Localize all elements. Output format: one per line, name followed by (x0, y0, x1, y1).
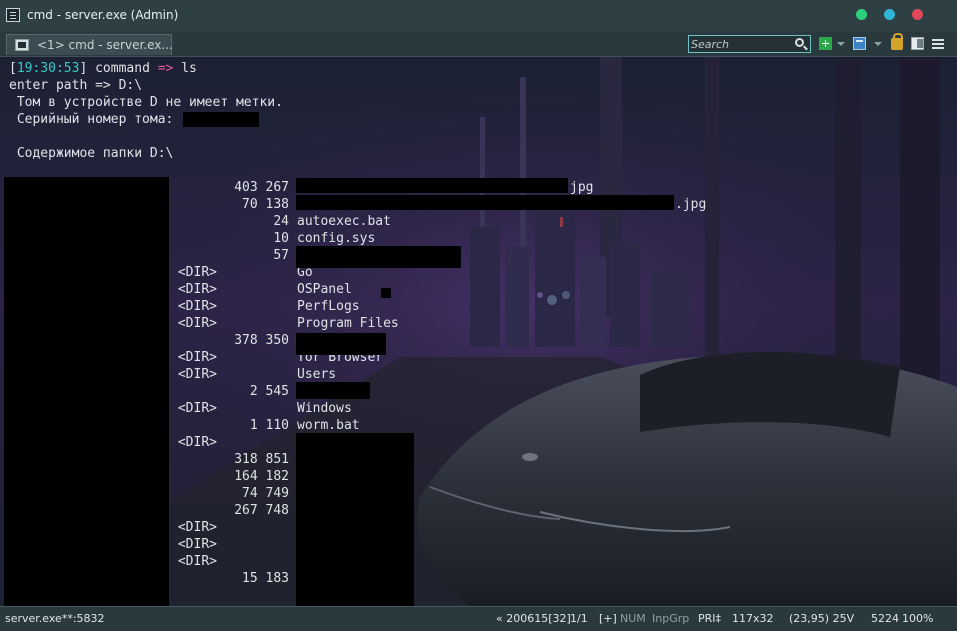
split-panel-icon[interactable] (911, 37, 924, 50)
entry-name: worm.bat (297, 418, 360, 433)
entry-name: PerfLogs (297, 299, 360, 314)
search-icon[interactable] (795, 38, 804, 47)
entry-name: autoexec.bat (297, 214, 391, 229)
entry-size: 267 748 (234, 503, 289, 518)
entry-size: 70 138 (242, 197, 289, 212)
status-zoom: 100% (902, 612, 934, 625)
entry-size: 378 350 (234, 333, 289, 348)
maximize-button[interactable] (884, 9, 895, 20)
entry-dir-flag: <DIR> (177, 401, 217, 416)
redacted-block (296, 382, 370, 399)
entry-dir-flag: <DIR> (177, 520, 217, 535)
window-layout-dropdown-icon[interactable] (874, 42, 882, 46)
entry-dir-flag: <DIR> (177, 537, 217, 552)
prompt-input: ls (181, 61, 197, 76)
redacted-block (4, 177, 169, 606)
status-console-size: 117x32 (732, 612, 774, 625)
entry-size: 74 749 (242, 486, 289, 501)
close-button[interactable] (912, 9, 923, 20)
status-inpgrp: InpGrp (652, 612, 690, 625)
tab-bar: <1> cmd - server.ex... (0, 32, 957, 57)
entry-size: 1 110 (249, 418, 289, 433)
prompt-arrow: => (157, 61, 174, 76)
entry-name: Program Files (297, 316, 399, 331)
console-area[interactable]: [19:30:53] command => ls enter path => D… (0, 57, 957, 606)
entry-size: 318 851 (234, 452, 289, 467)
entry-size: 403 267 (234, 180, 289, 195)
window-layout-icon[interactable] (853, 37, 866, 50)
entry-dir-flag: <DIR> (177, 299, 217, 314)
entry-dir-flag: <DIR> (177, 350, 217, 365)
console-app-icon[interactable] (6, 8, 20, 22)
entry-dir-flag: <DIR> (177, 265, 217, 280)
new-console-dropdown-icon[interactable] (837, 42, 845, 46)
entry-dir-flag: <DIR> (177, 282, 217, 297)
minimize-button[interactable] (856, 9, 867, 20)
entry-size: 2 545 (249, 384, 289, 399)
status-page: 1/1 (570, 612, 588, 625)
redacted-block (183, 112, 259, 127)
entry-size: 10 (273, 231, 289, 246)
status-bar: server.exe**:5832 « 200615[32] 1/1 [+] N… (0, 606, 957, 631)
entry-name: OSPanel (297, 282, 352, 297)
window-title: cmd - server.exe (Admin) (27, 8, 179, 22)
entry-dir-flag: <DIR> (177, 316, 217, 331)
status-coords: (23,95) 25V (789, 612, 855, 625)
status-pid: 5224 (871, 612, 899, 625)
console-line: Содержимое папки D:\ (9, 146, 174, 161)
entry-name: Users (297, 367, 337, 382)
lock-icon[interactable] (891, 33, 903, 50)
search-input[interactable] (691, 37, 791, 51)
redacted-block (296, 178, 568, 193)
entry-size: 57 (273, 248, 289, 263)
redacted-block (296, 433, 414, 606)
title-bar: cmd - server.exe (Admin) (0, 0, 957, 32)
redacted-block (296, 333, 386, 355)
tab-console-1[interactable]: <1> cmd - server.ex... (6, 34, 173, 55)
entry-dir-flag: <DIR> (177, 554, 217, 569)
entry-name: Windows (297, 401, 352, 416)
entry-dir-flag: <DIR> (177, 367, 217, 382)
entry-name: .jpg (675, 197, 707, 212)
entry-dir-flag: <DIR> (177, 435, 217, 450)
entry-size: 15 183 (242, 571, 289, 586)
tab-label: <1> cmd - server.ex... (37, 38, 173, 52)
status-process[interactable]: server.exe**:5832 (5, 612, 105, 625)
entry-name: jpg (570, 180, 594, 195)
entry-name: config.sys (297, 231, 376, 246)
entry-size: 164 182 (234, 469, 289, 484)
prompt-line: [19:30:53] command => ls (9, 61, 197, 76)
status-num: NUM (620, 612, 646, 625)
status-plus: [+] (599, 612, 617, 625)
prompt-command: command (95, 61, 150, 76)
console-tab-icon (15, 39, 29, 51)
console-line: Серийный номер тома: (9, 112, 174, 127)
hamburger-menu-icon[interactable] (932, 38, 944, 50)
entry-size: 24 (273, 214, 289, 229)
new-console-plus-icon[interactable] (819, 37, 832, 50)
search-box[interactable] (688, 35, 811, 53)
status-pri: PRI‡ (698, 612, 722, 625)
console-line: enter path => D:\ (9, 78, 143, 93)
redacted-block (381, 288, 391, 298)
redacted-block (296, 246, 461, 268)
redacted-block (296, 195, 674, 210)
status-position: « 200615[32] (496, 612, 571, 625)
console-line: Том в устройстве D не имеет метки. (9, 95, 283, 110)
console-output[interactable]: [19:30:53] command => ls enter path => D… (0, 57, 957, 606)
prompt-time: 19:30:53 (16, 61, 80, 76)
